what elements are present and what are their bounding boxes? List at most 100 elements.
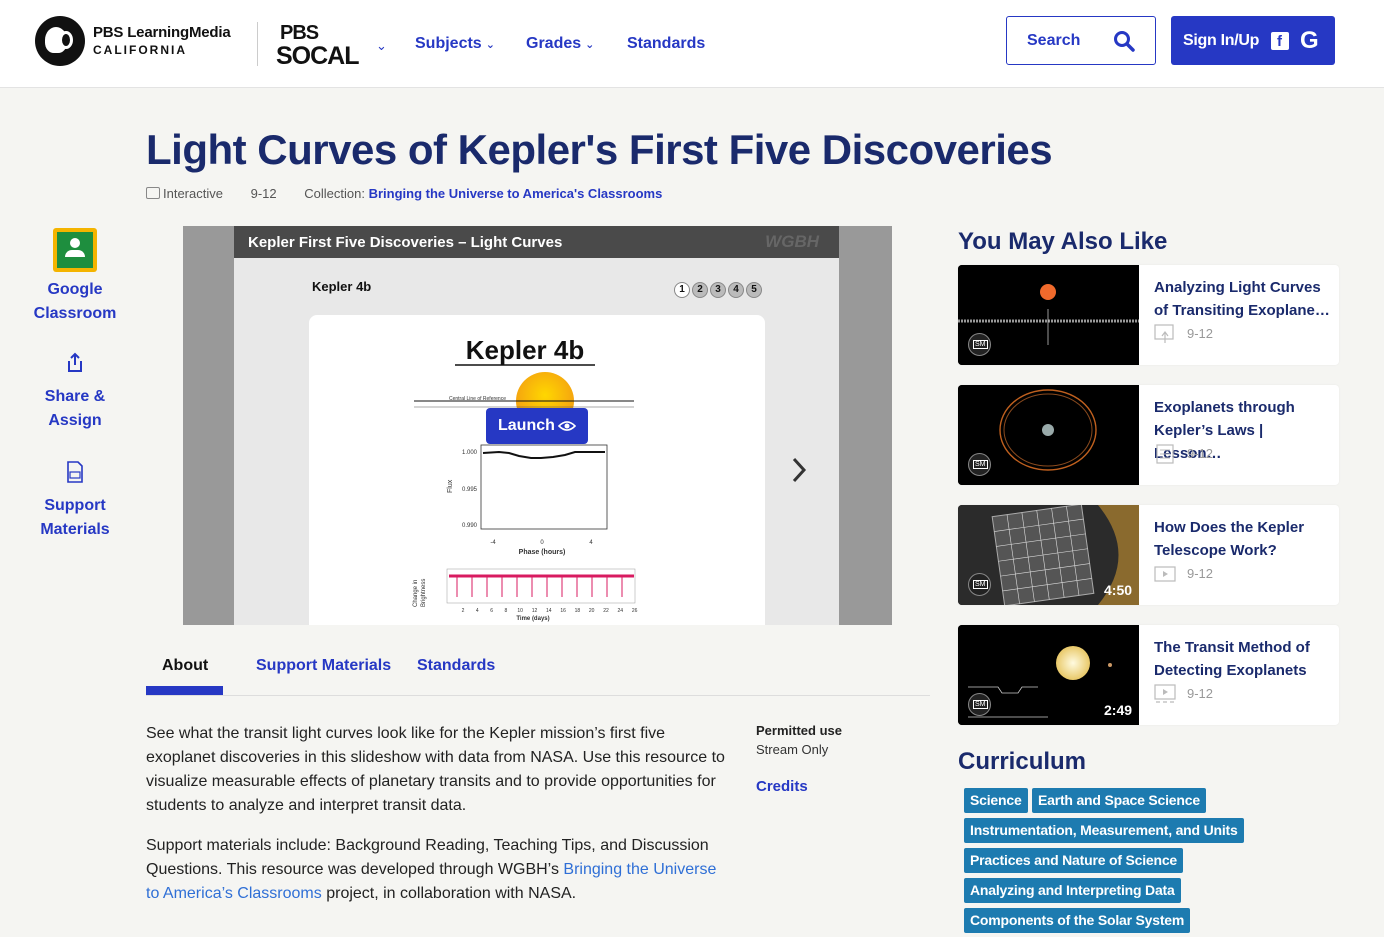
curriculum-tag[interactable]: Earth and Space Science: [1032, 788, 1206, 813]
station-logo-bottom[interactable]: SOCAL: [276, 42, 359, 71]
next-slide-icon[interactable]: [789, 455, 809, 485]
resource-grade: 9-12: [250, 186, 277, 201]
slide-bar-title: Kepler First Five Discoveries – Light Cu…: [248, 234, 563, 251]
chevron-down-icon: ⌄: [485, 39, 495, 51]
nav-grades[interactable]: Grades ⌄: [526, 35, 594, 53]
curriculum-tag[interactable]: Components of the Solar System: [964, 908, 1191, 933]
brightness-axis-label-2: Brightness: [421, 579, 427, 607]
permitted-use-value: Stream Only: [756, 742, 829, 757]
day-tick: 20: [589, 608, 595, 614]
slide-page-3[interactable]: 3: [710, 282, 726, 298]
resource-type: Interactive: [163, 186, 223, 201]
recommendation-card[interactable]: SM Analyzing Light Curves of Transiting …: [958, 265, 1339, 365]
phase-axis-label: Phase (hours): [519, 549, 566, 556]
signin-button[interactable]: Sign In/Up f G: [1171, 16, 1335, 65]
launch-label: Launch: [498, 417, 555, 434]
day-tick: 10: [517, 608, 523, 614]
pbs-logo-icon[interactable]: [35, 16, 85, 66]
flux-tick: 0.990: [462, 523, 478, 529]
flux-axis-label: Flux: [447, 479, 454, 493]
flux-tick: 0.995: [462, 487, 478, 493]
recommendation-grade: 9-12: [1187, 326, 1214, 341]
recommendation-title: How Does the Kepler Telescope Work?: [1154, 519, 1305, 559]
launch-button[interactable]: Launch: [486, 408, 588, 444]
tab-support-materials[interactable]: Support Materials: [256, 657, 391, 675]
credits-link[interactable]: Credits: [756, 778, 808, 795]
day-tick: 22: [603, 608, 609, 614]
active-tab-indicator: [146, 686, 223, 695]
nav-standards[interactable]: Standards: [627, 35, 705, 53]
slide-page-4[interactable]: 4: [728, 282, 744, 298]
recommendation-card[interactable]: SM 2:49 The Transit Method of Detecting …: [958, 625, 1339, 725]
signin-label: Sign In/Up: [1183, 32, 1260, 49]
resource-tabs: About Support Materials Standards: [146, 652, 930, 696]
day-tick: 4: [476, 608, 479, 614]
light-curve-figure: Kepler 4b Central Line of Reference 1.00…: [413, 335, 638, 622]
brightness-axis-label-1: Change in: [413, 580, 419, 607]
support-materials-label-1: Support: [44, 497, 106, 514]
curriculum-tag[interactable]: Science: [964, 788, 1028, 813]
google-classroom-button[interactable]: Google Classroom: [20, 228, 130, 326]
card-title: Kepler 4b: [466, 335, 585, 365]
recommendation-title: The Transit Method of Detecting Exoplane…: [1154, 639, 1310, 679]
day-tick: 12: [532, 608, 538, 614]
tab-about[interactable]: About: [162, 657, 208, 675]
day-tick: 24: [618, 608, 624, 614]
video-icon: [1154, 684, 1176, 703]
nav-subjects[interactable]: Subjects ⌄: [415, 35, 495, 53]
slide-pagination: 12345: [674, 279, 764, 298]
share-icon: [68, 352, 82, 372]
nav-grades-label: Grades: [526, 35, 582, 52]
interactive-icon: [1154, 324, 1174, 343]
search-button[interactable]: Search: [1006, 16, 1156, 65]
slide-page-2[interactable]: 2: [692, 282, 708, 298]
slide-page-5[interactable]: 5: [746, 282, 762, 298]
support-materials-label-2: Materials: [40, 521, 110, 538]
curriculum-tag[interactable]: Analyzing and Interpreting Data: [964, 878, 1181, 903]
collection-link[interactable]: Bringing the Universe to America's Class…: [369, 186, 663, 201]
search-icon: [1114, 31, 1135, 52]
wgbh-logo: WGBH: [765, 232, 819, 251]
phase-tick: -4: [490, 540, 496, 546]
video-duration: 4:50: [1104, 582, 1133, 598]
collection-label: Collection:: [304, 186, 365, 201]
logo-subtitle[interactable]: CALIFORNIA: [93, 43, 187, 57]
video-icon: [1154, 566, 1176, 582]
share-assign-button[interactable]: Share & Assign: [20, 352, 130, 433]
nav-standards-label: Standards: [627, 35, 706, 52]
slide-label: Kepler 4b: [312, 279, 372, 294]
reference-label: Central Line of Reference: [449, 396, 506, 402]
recommendation-grade: 9-12: [1187, 566, 1214, 581]
day-tick: 2: [462, 608, 465, 614]
curriculum-tag[interactable]: Instrumentation, Measurement, and Units: [964, 818, 1244, 843]
you-may-also-like-title: You May Also Like: [958, 228, 1168, 255]
day-ticks: 2 4 6 8 10 12 14 16 18 20 22 24 26: [462, 608, 638, 614]
slide-page-1[interactable]: 1: [674, 282, 690, 298]
resource-meta: Interactive 9-12 Collection: Bringing th…: [146, 186, 662, 201]
curriculum-title: Curriculum: [958, 748, 1087, 775]
time-axis-label: Time (days): [516, 616, 549, 622]
curriculum-tag[interactable]: Practices and Nature of Science: [964, 848, 1183, 873]
recommendation-card[interactable]: SM 4:50 How Does the Kepler Telescope Wo…: [958, 505, 1339, 605]
slide-card: Kepler 4b Central Line of Reference 1.00…: [309, 315, 765, 625]
day-tick: 14: [546, 608, 552, 614]
recommendation-grade: 9-12: [1187, 446, 1214, 461]
support-materials-icon: [67, 461, 83, 483]
about-description: See what the transit light curves look l…: [146, 722, 731, 922]
flux-tick: 1.000: [462, 450, 478, 456]
logo-title[interactable]: PBS LearningMedia: [93, 24, 231, 41]
interactive-icon: [146, 187, 160, 199]
recommendation-card[interactable]: SM Exoplanets through Kepler’s Laws | Le…: [958, 385, 1339, 485]
station-chevron-down-icon[interactable]: ⌄: [376, 38, 387, 54]
support-materials-button[interactable]: Support Materials: [20, 461, 130, 542]
tab-standards[interactable]: Standards: [417, 657, 495, 675]
google-icon: G: [1300, 27, 1319, 54]
share-assign-label-2: Assign: [48, 412, 102, 429]
search-label: Search: [1027, 32, 1081, 49]
phase-tick: 4: [589, 540, 593, 546]
chevron-down-icon: ⌄: [585, 39, 595, 51]
phase-tick: 0: [540, 540, 544, 546]
google-classroom-label-1: Google: [47, 281, 103, 298]
day-tick: 18: [575, 608, 581, 614]
document-icon: [1156, 444, 1174, 464]
